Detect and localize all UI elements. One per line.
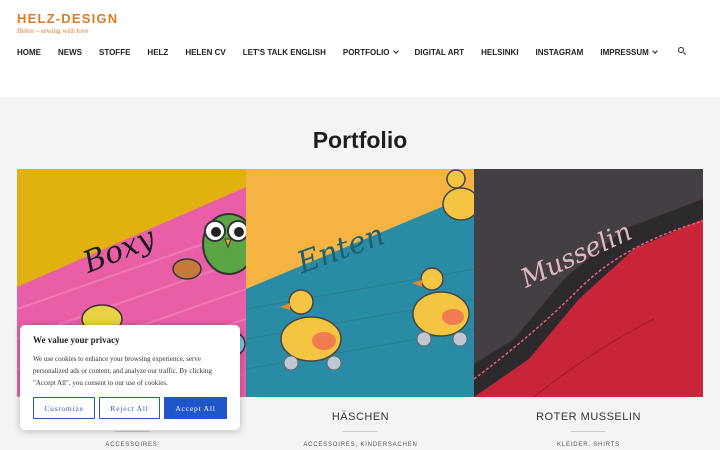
main-nav: HOME NEWS STOFFE HELZ HELEN CV LET'S TAL… [17, 46, 674, 58]
nav-label: IMPRESSUM [600, 47, 649, 57]
portfolio-title-haeschen[interactable]: HÄSCHEN [246, 411, 475, 423]
site-title[interactable]: HELZ-DESIGN [17, 11, 118, 26]
nav-item-helen-cv[interactable]: HELEN CV [185, 48, 225, 57]
page-title: Portfolio [312, 127, 408, 153]
portfolio-image-musselin[interactable]: Musselin [474, 169, 703, 397]
customize-button[interactable]: Customize [33, 397, 95, 419]
nav-label: HELZ [147, 47, 169, 57]
nav-item-impressum[interactable]: IMPRESSUM [600, 47, 658, 57]
site-header: HELZ-DESIGN Helen – sewing with love HOM… [0, 0, 720, 97]
portfolio-categories-roter-musselin[interactable]: KLEIDER, SHIRTS [474, 442, 703, 448]
nav-label: STOFFE [99, 47, 131, 57]
portfolio-categories-haeschen[interactable]: ACCESSOIRES, KINDERSACHEN [246, 442, 475, 448]
portfolio-image-enten[interactable]: Enten [246, 169, 475, 397]
nav-label: INSTAGRAM [535, 47, 584, 57]
portfolio-categories-boxy[interactable]: ACCESSOIRES [17, 442, 246, 448]
nav-label: NEWS [58, 47, 82, 57]
nav-item-helsinki[interactable]: HELSINKI [481, 48, 518, 57]
nav-item-news[interactable]: NEWS [58, 48, 82, 57]
site-tagline: Helen – sewing with love [17, 27, 89, 35]
nav-item-stoffe[interactable]: STOFFE [99, 48, 130, 57]
cookie-text: We use cookies to enhance your browsing … [33, 355, 212, 387]
nav-label: DIGITAL ART [414, 47, 465, 57]
accept-all-button[interactable]: Accept All [164, 397, 227, 419]
nav-item-home[interactable]: HOME [17, 48, 41, 57]
card-divider [343, 431, 377, 432]
cookie-consent-banner: We value your privacy We use cookies to … [20, 325, 240, 430]
chevron-down-icon [392, 47, 399, 54]
card-divider [571, 431, 605, 432]
nav-label: HOME [17, 47, 41, 57]
nav-label: HELSINKI [481, 47, 519, 57]
nav-label: HELEN CV [185, 47, 226, 57]
portfolio-title-roter-musselin[interactable]: ROTER MUSSELIN [474, 411, 703, 423]
nav-item-digital-art[interactable]: DIGITAL ART [415, 48, 465, 57]
nav-label: LET'S TALK ENGLISH [242, 47, 326, 57]
owl-illustration [202, 213, 246, 275]
search-icon[interactable] [678, 47, 687, 56]
nav-item-instagram[interactable]: INSTAGRAM [536, 48, 584, 57]
nav-label: PORTFOLIO [342, 47, 390, 57]
cookie-title: We value your privacy [33, 335, 120, 345]
nav-item-helz[interactable]: HELZ [147, 48, 168, 57]
site-logo[interactable]: HELZ-DESIGN Helen – sewing with love [17, 11, 118, 35]
reject-all-button[interactable]: Reject All [99, 397, 160, 419]
chevron-down-icon [651, 47, 658, 54]
card-divider [115, 431, 149, 432]
nav-item-lets-talk-english[interactable]: LET'S TALK ENGLISH [243, 48, 326, 57]
nav-item-portfolio[interactable]: PORTFOLIO [342, 47, 399, 57]
